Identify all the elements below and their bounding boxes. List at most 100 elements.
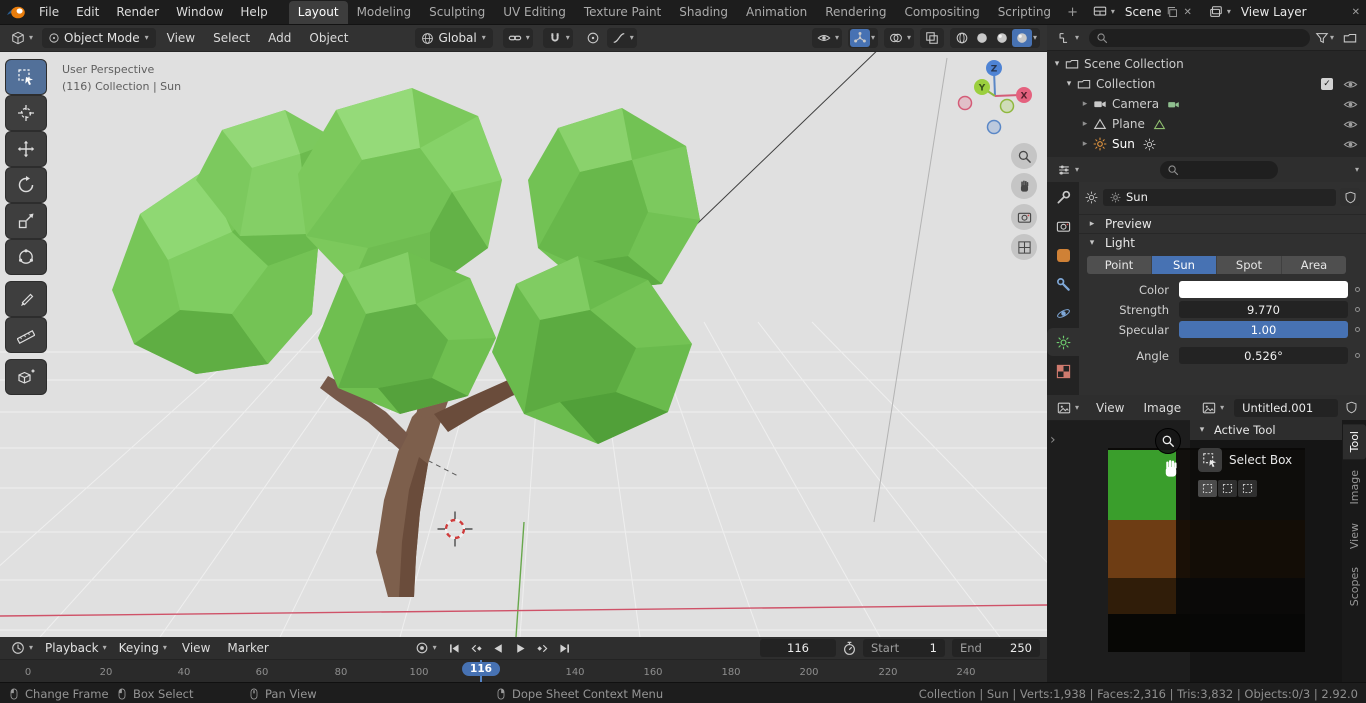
object-visibility-dropdown[interactable]: ▾ bbox=[811, 28, 842, 48]
snapping-dropdown[interactable]: ▾ bbox=[542, 28, 573, 48]
viewport-pan-button[interactable] bbox=[1011, 173, 1037, 199]
screen-layout-selector[interactable]: ▾ bbox=[1089, 2, 1120, 22]
light-type-point[interactable]: Point bbox=[1087, 256, 1152, 274]
keying-menu[interactable]: Keying ▾ bbox=[115, 638, 172, 658]
viewport-menu-add[interactable]: Add bbox=[261, 28, 298, 48]
outliner-editor-type-selector[interactable]: ▾ bbox=[1053, 28, 1084, 48]
properties-search-input[interactable] bbox=[1160, 160, 1278, 179]
sidebar-tab-tool[interactable]: Tool bbox=[1342, 424, 1366, 460]
jump-to-end-button[interactable] bbox=[555, 639, 574, 658]
light-data-icon[interactable] bbox=[1143, 138, 1156, 151]
tab-tool[interactable] bbox=[1047, 183, 1079, 211]
tab-object[interactable] bbox=[1047, 241, 1079, 269]
shading-material-button[interactable] bbox=[992, 29, 1012, 47]
workspace-tab-texture-paint[interactable]: Texture Paint bbox=[575, 1, 670, 24]
viewport-canvas[interactable]: User Perspective (116) Collection | Sun bbox=[0, 52, 1047, 637]
tab-physics[interactable] bbox=[1047, 299, 1079, 327]
animate-dot[interactable] bbox=[1355, 327, 1360, 332]
image-editor-body[interactable]: ▾ Active Tool Select Box › Tool Image Vi… bbox=[1047, 420, 1366, 682]
editor-type-selector[interactable]: ▾ bbox=[7, 28, 38, 48]
pivot-point-dropdown[interactable]: ▾ bbox=[502, 28, 533, 48]
eye-icon[interactable] bbox=[1343, 117, 1358, 132]
copy-icon[interactable] bbox=[1166, 6, 1178, 18]
tab-constraints[interactable] bbox=[1047, 270, 1079, 298]
sidebar-tab-view[interactable]: View bbox=[1343, 516, 1366, 556]
tool-rotate-button[interactable] bbox=[6, 168, 46, 202]
viewport-menu-select[interactable]: Select bbox=[206, 28, 257, 48]
tree-object[interactable] bbox=[112, 88, 700, 597]
outliner-row-sun[interactable]: ▸ Sun bbox=[1047, 134, 1366, 154]
tool-measure-button[interactable] bbox=[6, 318, 46, 352]
animate-dot[interactable] bbox=[1355, 353, 1360, 358]
workspace-tab-shading[interactable]: Shading bbox=[670, 1, 737, 24]
jump-to-start-button[interactable] bbox=[445, 639, 464, 658]
image-menu-image[interactable]: Image bbox=[1137, 398, 1189, 418]
image-datablock-selector[interactable]: ▾ bbox=[1198, 398, 1229, 418]
stopwatch-icon[interactable] bbox=[842, 641, 857, 656]
image-menu-view[interactable]: View bbox=[1089, 398, 1131, 418]
outliner-search-input[interactable] bbox=[1089, 28, 1310, 47]
3d-cursor[interactable] bbox=[437, 511, 473, 547]
workspace-tab-rendering[interactable]: Rendering bbox=[816, 1, 895, 24]
gizmos-dropdown[interactable]: ▾ bbox=[847, 28, 878, 48]
caret-right-icon[interactable]: ▸ bbox=[1079, 99, 1091, 109]
shading-wireframe-button[interactable] bbox=[952, 29, 972, 47]
viewport-zoom-button[interactable] bbox=[1011, 143, 1037, 169]
playback-menu[interactable]: Playback ▾ bbox=[41, 638, 112, 658]
sidebar-tab-image[interactable]: Image bbox=[1343, 463, 1366, 511]
timeline-ruler[interactable]: 0 20 40 60 80 100 140 160 180 200 220 24… bbox=[0, 660, 1047, 682]
menu-window[interactable]: Window bbox=[168, 2, 231, 22]
add-workspace-button[interactable]: + bbox=[1060, 3, 1085, 22]
tab-object-data[interactable] bbox=[1047, 328, 1079, 356]
timeline-menu-view[interactable]: View bbox=[175, 638, 217, 658]
active-tool-row[interactable]: Select Box bbox=[1198, 448, 1342, 472]
outliner-filter-button[interactable]: ▾ bbox=[1315, 29, 1335, 47]
light-type-area[interactable]: Area bbox=[1282, 256, 1346, 274]
image-editor-type-selector[interactable]: ▾ bbox=[1053, 398, 1084, 418]
viewport-camera-view-button[interactable] bbox=[1011, 204, 1037, 230]
blender-logo[interactable] bbox=[6, 4, 26, 20]
animate-dot[interactable] bbox=[1355, 287, 1360, 292]
tool-add-cube-button[interactable] bbox=[6, 360, 46, 394]
tool-scale-button[interactable] bbox=[6, 204, 46, 238]
tool-select-box-button[interactable] bbox=[6, 60, 46, 94]
outliner-row-camera[interactable]: ▸ Camera bbox=[1047, 94, 1366, 114]
transform-orientation-dropdown[interactable]: Global ▾ bbox=[415, 28, 493, 48]
current-frame-field[interactable]: 116 bbox=[760, 639, 836, 657]
panel-preview[interactable]: ▸ Preview bbox=[1079, 214, 1366, 233]
sidebar-expand-arrow[interactable]: › bbox=[1050, 432, 1056, 448]
chevron-down-icon[interactable]: ▾ bbox=[1354, 165, 1360, 174]
tool-annotate-button[interactable] bbox=[6, 282, 46, 316]
animate-dot[interactable] bbox=[1355, 307, 1360, 312]
workspace-tab-uv-editing[interactable]: UV Editing bbox=[494, 1, 575, 24]
workspace-tab-modeling[interactable]: Modeling bbox=[348, 1, 421, 24]
overlays-dropdown[interactable]: ▾ bbox=[883, 28, 914, 48]
menu-edit[interactable]: Edit bbox=[68, 2, 107, 22]
datablock-name-field[interactable]: Sun bbox=[1103, 188, 1336, 206]
menu-file[interactable]: File bbox=[31, 2, 67, 22]
mesh-data-icon[interactable] bbox=[1153, 118, 1166, 131]
outliner-row-scene-collection[interactable]: ▾ Scene Collection bbox=[1047, 54, 1366, 74]
timeline-editor-type-selector[interactable]: ▾ bbox=[7, 638, 38, 658]
caret-down-icon[interactable]: ▾ bbox=[1051, 59, 1063, 69]
mode-dropdown[interactable]: Object Mode ▾ bbox=[42, 28, 156, 48]
gizmo-z-label[interactable]: Z bbox=[991, 65, 998, 75]
timeline-menu-marker[interactable]: Marker bbox=[220, 638, 275, 658]
select-mode-new-button[interactable] bbox=[1198, 480, 1217, 497]
fake-user-shield-button[interactable] bbox=[1340, 188, 1360, 206]
next-keyframe-button[interactable] bbox=[533, 639, 552, 658]
navigation-gizmo[interactable]: Z Y X bbox=[955, 56, 1035, 136]
play-button[interactable] bbox=[511, 639, 530, 658]
viewport-menu-view[interactable]: View bbox=[160, 28, 202, 48]
tab-render[interactable] bbox=[1047, 212, 1079, 240]
strength-field[interactable]: 9.770 bbox=[1179, 301, 1348, 318]
workspace-tab-layout[interactable]: Layout bbox=[288, 0, 348, 24]
eye-icon[interactable] bbox=[1343, 137, 1358, 152]
properties-editor-type-selector[interactable]: ▾ bbox=[1053, 160, 1084, 180]
auto-keying-toggle[interactable]: ▾ bbox=[411, 638, 442, 658]
select-mode-extend-button[interactable] bbox=[1218, 480, 1237, 497]
outliner-row-plane[interactable]: ▸ Plane bbox=[1047, 114, 1366, 134]
caret-right-icon[interactable]: ▸ bbox=[1079, 119, 1091, 129]
viewport-scene[interactable] bbox=[0, 52, 1047, 637]
caret-down-icon[interactable]: ▾ bbox=[1063, 79, 1075, 89]
